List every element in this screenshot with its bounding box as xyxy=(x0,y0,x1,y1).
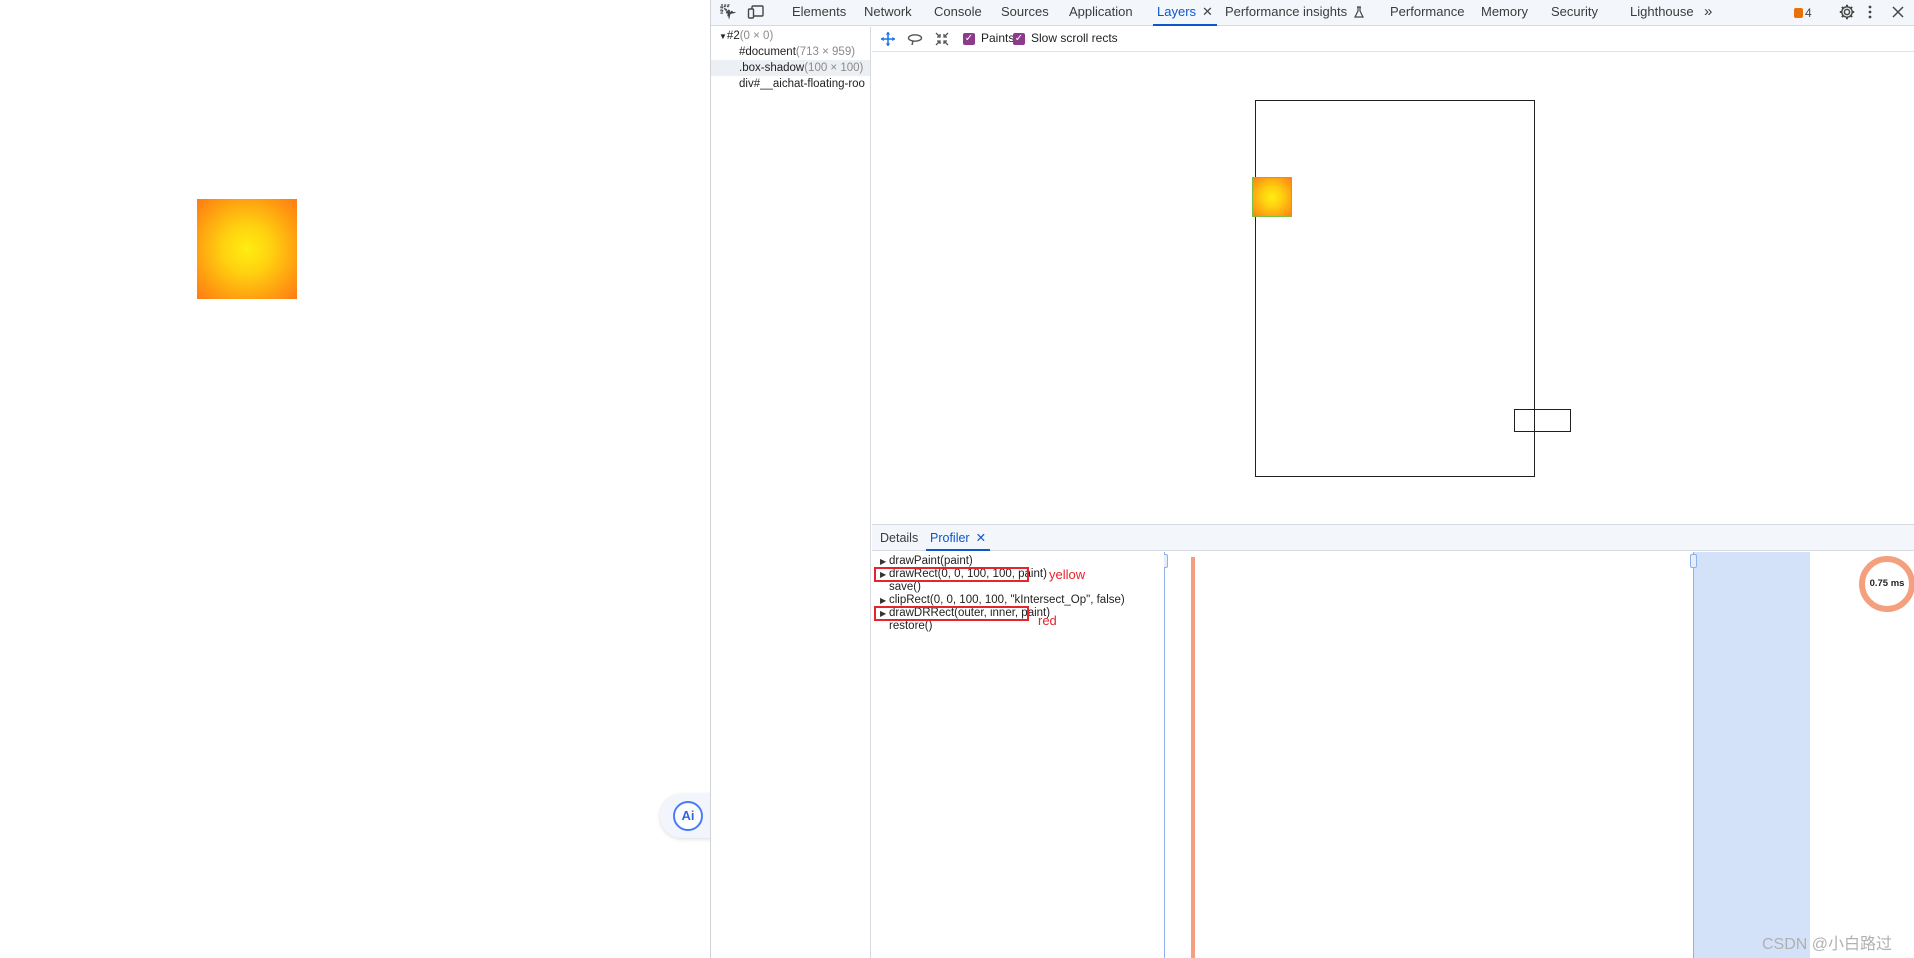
tab-memory[interactable]: Memory xyxy=(1481,0,1528,26)
reset-transform-icon[interactable] xyxy=(934,31,950,47)
box-shadow-element xyxy=(197,199,297,299)
device-toolbar-icon[interactable] xyxy=(747,3,767,23)
command-text: restore() xyxy=(889,620,933,632)
box-shadow-layer-preview[interactable] xyxy=(1252,177,1292,217)
timeline-right-handle[interactable] xyxy=(1690,554,1697,568)
timeline-right-boundary xyxy=(1693,552,1694,958)
slow-scroll-rects-label: Slow scroll rects xyxy=(1031,31,1118,45)
experiment-flask-icon xyxy=(1353,2,1364,26)
tab-profiler[interactable]: Profiler ✕ xyxy=(926,525,991,551)
tab-security[interactable]: Security xyxy=(1551,0,1598,26)
tab-network[interactable]: Network xyxy=(864,0,912,26)
layer-name: #document xyxy=(739,46,796,58)
tab-layers[interactable]: Layers ✕ xyxy=(1153,0,1217,26)
aichat-layer-outline xyxy=(1514,409,1571,432)
profiler-pie-chart: 0.75 ms xyxy=(1859,556,1914,612)
layer-name: .box-shadow xyxy=(739,62,805,74)
layer-dims: (713 × 959) xyxy=(795,46,856,58)
tab-elements[interactable]: Elements xyxy=(792,0,846,26)
document-layer-outline xyxy=(1255,100,1535,477)
timeline-command-bar xyxy=(1191,557,1195,958)
csdn-watermark: CSDN @小白路过 xyxy=(1762,936,1893,953)
close-devtools-icon[interactable] xyxy=(1889,3,1909,23)
settings-gear-icon[interactable] xyxy=(1838,3,1858,23)
devtools-panel: Elements Network Console Sources Applica… xyxy=(710,0,1914,958)
tab-lighthouse[interactable]: Lighthouse xyxy=(1630,0,1694,26)
paint-profiler-timeline[interactable] xyxy=(1164,552,1914,958)
layer-name: #2 xyxy=(726,30,740,42)
tab-application[interactable]: Application xyxy=(1069,0,1133,26)
devtools-tab-bar: Elements Network Console Sources Applica… xyxy=(711,0,1914,26)
more-tabs-chevron-icon[interactable]: » xyxy=(1704,0,1712,26)
slow-scroll-rects-checkbox[interactable]: ✓ xyxy=(1013,33,1025,45)
layer-tree: ▼#2(0 × 0) #document(713 × 959) .box-sha… xyxy=(711,27,871,958)
inspect-element-icon[interactable] xyxy=(719,3,739,23)
layer-name: div#__aichat-floating-roo xyxy=(739,78,865,90)
tree-item-root[interactable]: ▼#2(0 × 0) xyxy=(711,28,870,44)
tab-layers-label: Layers xyxy=(1157,4,1197,19)
pan-mode-icon[interactable] xyxy=(880,31,896,47)
tree-item-aichat[interactable]: div#__aichat-floating-roo xyxy=(711,76,870,92)
paints-checkbox[interactable]: ✓ xyxy=(963,33,975,45)
ai-icon: Ai xyxy=(673,801,703,831)
tab-sources[interactable]: Sources xyxy=(1001,0,1049,26)
issues-count: 4 xyxy=(1805,6,1812,20)
expand-triangle-icon[interactable]: ▼ xyxy=(719,32,727,41)
tree-item-document[interactable]: #document(713 × 959) xyxy=(711,44,870,60)
page-viewport: Ai xyxy=(0,0,712,958)
timeline-selection xyxy=(1693,552,1810,958)
close-tab-icon[interactable]: ✕ xyxy=(1202,4,1213,19)
tab-console[interactable]: Console xyxy=(934,0,982,26)
tab-performance-insights[interactable]: Performance insights xyxy=(1225,0,1364,26)
close-tab-icon[interactable]: ✕ xyxy=(976,531,986,545)
timeline-left-handle[interactable] xyxy=(1164,554,1168,568)
highlight-box-drawdrrect xyxy=(874,606,1029,621)
tab-profiler-label: Profiler xyxy=(930,531,970,545)
layers-3d-view[interactable] xyxy=(872,53,1914,523)
kebab-menu-icon[interactable] xyxy=(1861,3,1881,23)
details-tab-bar: Details Profiler ✕ xyxy=(872,524,1914,551)
issue-icon xyxy=(1794,8,1803,18)
tree-item-box-shadow[interactable]: .box-shadow(100 × 100) xyxy=(711,60,870,76)
tab-performance-insights-label: Performance insights xyxy=(1225,4,1348,19)
layer-dims: (100 × 100) xyxy=(804,62,864,74)
highlight-box-drawrect xyxy=(874,567,1029,582)
pie-total-time: 0.75 ms xyxy=(1869,578,1905,589)
issues-badge[interactable]: 4 xyxy=(1794,6,1812,20)
tab-performance[interactable]: Performance xyxy=(1390,0,1464,26)
layer-dims: (0 × 0) xyxy=(739,30,774,42)
annotation-yellow: yellow xyxy=(1049,567,1086,582)
paint-command-log: ▶ drawPaint(paint) ▶ drawRect(0, 0, 100, 1… xyxy=(872,552,1164,958)
ai-chat-floating-button[interactable]: Ai xyxy=(660,794,712,838)
tab-details[interactable]: Details xyxy=(880,525,918,551)
annotation-red: red xyxy=(1038,613,1057,628)
timeline-left-boundary xyxy=(1164,552,1165,958)
layers-toolbar: ✓ Paints ✓ Slow scroll rects xyxy=(872,27,1914,52)
paints-label: Paints xyxy=(981,31,1015,45)
rotate-mode-icon[interactable] xyxy=(907,31,923,47)
